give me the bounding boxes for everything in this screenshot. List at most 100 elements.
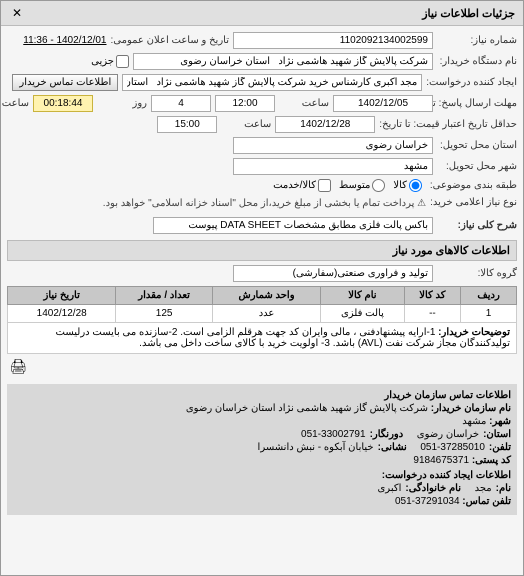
remaining-time-display xyxy=(33,95,93,112)
radio-medium-label: متوسط xyxy=(339,180,370,191)
th-qty: تعداد / مقدار xyxy=(116,287,213,305)
row-creator: ایجاد کننده درخواست: اطلاعات تماس خریدار xyxy=(7,74,517,91)
buyer-contact-button[interactable]: اطلاعات تماس خریدار xyxy=(12,74,118,91)
days-label: روز xyxy=(97,98,147,109)
content-area: شماره نیاز: تاریخ و ساعت اعلان عمومی: 14… xyxy=(1,26,523,521)
group-label: طبقه بندی موضوعی: xyxy=(430,180,517,191)
row-deadline: مهلت ارسال پاسخ: تا تاریخ: ساعت روز ساعت… xyxy=(7,95,517,112)
th-unit: واحد شمارش xyxy=(212,287,320,305)
close-icon[interactable]: ✕ xyxy=(9,5,25,21)
radio-medium-wrap[interactable]: متوسط xyxy=(339,179,385,192)
validity-label: حداقل تاریخ اعتبار قیمت: تا تاریخ: xyxy=(379,119,517,130)
city-label: شهر محل تحویل: xyxy=(437,161,517,172)
creator-name-value: مجد xyxy=(475,483,492,494)
row-group: طبقه بندی موضوعی: کالا متوسط کالا/خدمت xyxy=(7,179,517,192)
creator-phone-row: تلفن تماس: 051-37291034 xyxy=(13,496,511,507)
partial-checkbox[interactable] xyxy=(116,55,129,68)
public-datetime-label: تاریخ و ساعت اعلان عمومی: xyxy=(111,35,230,46)
radio-medium[interactable] xyxy=(372,179,385,192)
radio-all[interactable] xyxy=(409,179,422,192)
request-number-input[interactable] xyxy=(233,32,433,49)
th-code: کد کالا xyxy=(404,287,461,305)
contact-city-row: شهر: مشهد xyxy=(13,416,511,427)
creator-phone-label: تلفن تماس: xyxy=(462,496,511,507)
radio-all-wrap[interactable]: کالا xyxy=(393,179,422,192)
contact-title: اطلاعات تماس سازمان خریدار xyxy=(13,390,511,401)
days-input[interactable] xyxy=(151,95,211,112)
row-city: شهر محل تحویل: xyxy=(7,158,517,175)
row-buyer-org: نام دستگاه خریدار: جزیی xyxy=(7,53,517,70)
row-validity: حداقل تاریخ اعتبار قیمت: تا تاریخ: ساعت xyxy=(7,116,517,133)
goods-table: ردیف کد کالا نام کالا واحد شمارش تعداد /… xyxy=(7,286,517,354)
contact-postcode-row: کد پستی: 9184675371 xyxy=(13,455,511,466)
validity-time-label: ساعت xyxy=(221,119,271,130)
public-datetime-value: 1402/12/01 - 11:36 xyxy=(23,35,106,46)
province-input[interactable] xyxy=(233,137,433,154)
cell-code: -- xyxy=(404,305,461,323)
print-icon[interactable]: 🖨 xyxy=(11,358,27,374)
details-window: جزئیات اطلاعات نیاز ✕ شماره نیاز: تاریخ … xyxy=(0,0,524,576)
contact-org-value: شرکت پالایش گاز شهید هاشمی نژاد استان خر… xyxy=(186,403,428,414)
validity-date-input[interactable] xyxy=(275,116,375,133)
cell-row: 1 xyxy=(461,305,517,323)
row-request-number: شماره نیاز: تاریخ و ساعت اعلان عمومی: 14… xyxy=(7,32,517,49)
buyer-org-label: نام دستگاه خریدار: xyxy=(437,56,517,67)
contact-fax-value: 051-33002791 xyxy=(301,429,366,440)
cell-unit: عدد xyxy=(212,305,320,323)
th-row: ردیف xyxy=(461,287,517,305)
title-bar: جزئیات اطلاعات نیاز ✕ xyxy=(1,1,523,26)
cell-name: پالت فلزی xyxy=(321,305,405,323)
city-input[interactable] xyxy=(233,158,433,175)
contact-province-value: خراسان رضوی xyxy=(417,429,479,440)
contact-phone-value: 051-37285010 xyxy=(420,442,485,453)
goods-group-label: گروه کالا: xyxy=(437,268,517,279)
buyer-org-input[interactable] xyxy=(133,53,433,70)
deadline-time-label: ساعت xyxy=(279,98,329,109)
buyer-desc-label: توضیحات خریدار: xyxy=(438,327,510,338)
check-service-label: کالا/خدمت xyxy=(273,180,316,191)
contact-address-value: خیابان آبکوه - نبش دانشسرا xyxy=(258,442,374,453)
contact-fax-label: دورنگار: xyxy=(370,429,404,440)
desc-input[interactable] xyxy=(153,217,433,234)
goods-group-input[interactable] xyxy=(233,265,433,282)
creator-title: اطلاعات ایجاد کننده درخواست: xyxy=(13,470,511,481)
cell-desc: توضیحات خریدار: 1-ارایه پیشنهادفنی ، مال… xyxy=(8,323,517,354)
deadline-time-input[interactable] xyxy=(215,95,275,112)
row-desc: شرح کلی نیاز: xyxy=(7,217,517,234)
table-row[interactable]: 1 -- پالت فلزی عدد 125 1402/12/28 xyxy=(8,305,517,323)
row-goods-group: گروه کالا: xyxy=(7,265,517,282)
check-service-wrap[interactable]: کالا/خدمت xyxy=(273,179,331,192)
payment-note: ⚠ پرداخت تمام یا بخشی از مبلغ خرید،از مح… xyxy=(103,198,426,209)
contact-postcode-label: کد پستی: xyxy=(472,455,511,466)
creator-name-label: نام: xyxy=(496,483,511,494)
creator-phone-value: 051-37291034 xyxy=(395,496,460,507)
province-label: استان محل تحویل: xyxy=(437,140,517,151)
creator-label: ایجاد کننده درخواست: xyxy=(426,77,517,88)
need-type-label: نوع نیاز اعلامی خرید: xyxy=(430,197,517,208)
contact-address-label: نشانی: xyxy=(378,442,407,453)
cell-date: 1402/12/28 xyxy=(8,305,116,323)
partial-checkbox-wrap[interactable]: جزیی xyxy=(91,55,129,68)
validity-time-input[interactable] xyxy=(157,116,217,133)
row-province: استان محل تحویل: xyxy=(7,137,517,154)
deadline-date-input[interactable] xyxy=(333,95,433,112)
table-header-row: ردیف کد کالا نام کالا واحد شمارش تعداد /… xyxy=(8,287,517,305)
th-date: تاریخ نیاز xyxy=(8,287,116,305)
creator-lname-label: نام خانوادگی: xyxy=(405,483,461,494)
creator-line: نام: مجد نام خانوادگی: اکبری xyxy=(13,483,511,494)
contact-postcode-value: 9184675371 xyxy=(413,455,469,466)
contact-org-label: نام سازمان خریدار: xyxy=(431,403,511,414)
request-number-label: شماره نیاز: xyxy=(437,35,517,46)
table-desc-row: توضیحات خریدار: 1-ارایه پیشنهادفنی ، مال… xyxy=(8,323,517,354)
cell-qty: 125 xyxy=(116,305,213,323)
th-name: نام کالا xyxy=(321,287,405,305)
radio-all-label: کالا xyxy=(393,180,407,191)
check-service[interactable] xyxy=(318,179,331,192)
remaining-label: ساعت باقی مانده xyxy=(0,98,29,109)
contact-line1: استان: خراسان رضوی دورنگار: 051-33002791 xyxy=(13,429,511,440)
contact-line2: تلفن: 051-37285010 نشانی: خیابان آبکوه -… xyxy=(13,442,511,453)
contact-city-value: مشهد xyxy=(462,416,486,427)
window-title: جزئیات اطلاعات نیاز xyxy=(422,7,515,20)
creator-input[interactable] xyxy=(122,74,422,91)
partial-label: جزیی xyxy=(91,56,114,67)
